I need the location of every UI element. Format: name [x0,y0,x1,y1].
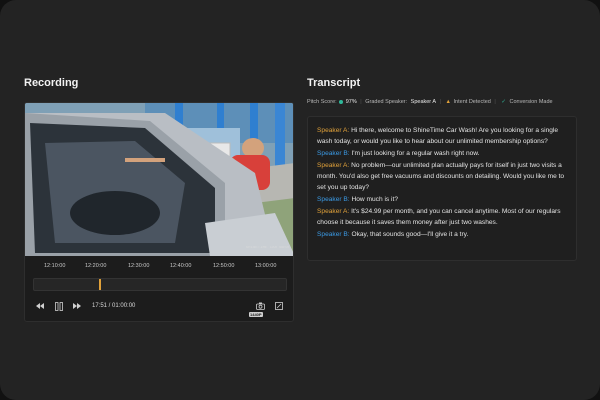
transcript-line: Speaker A: It's $24.99 per month, and yo… [317,206,567,228]
speaker-label: Speaker B: [317,196,350,203]
timeline-label: 13:00:00 [255,263,277,269]
time-readout: 17:51 / 01:00:00 [92,303,136,309]
transcript-line: Speaker A: Hi there, welcome to ShineTim… [317,125,567,147]
timeline-label: 12:10:00 [44,263,66,269]
pause-icon[interactable] [54,301,64,311]
graded-speaker-label: Graded Speaker: [365,99,408,105]
pitch-score-label: Pitch Score: [307,99,337,105]
utterance-text: I'm just looking for a regular wash righ… [351,150,480,157]
conversion-made-label: Conversion Made [509,99,553,105]
status-dot-icon [339,100,344,104]
transcript-panel[interactable]: Speaker A: Hi there, welcome to ShineTim… [307,116,577,261]
transcript-line: Speaker B: Okay, that sounds good—I'll g… [317,229,567,240]
speaker-label: Speaker B: [317,231,350,238]
divider: | [439,99,442,105]
utterance-text: Okay, that sounds good—I'll give it a tr… [351,231,469,238]
timeline-label: 12:40:00 [170,263,192,269]
video-scene [25,103,293,256]
skip-forward-icon[interactable] [72,301,82,311]
transcript-line: Speaker B: I'm just looking for a regula… [317,148,567,159]
recording-player: SHINETIME CAR WASH 12:10:00 12:20:00 12:… [24,102,294,322]
skip-back-icon[interactable] [35,301,45,311]
timeline-label: 12:30:00 [128,263,150,269]
speaker-label: Speaker A: [317,162,350,169]
player-controls: 17:51 / 01:00:00 1440P [25,299,293,319]
playhead-marker[interactable] [99,279,101,290]
utterance-text: How much is it? [351,196,399,203]
utterance-text: It's $24.99 per month, and you can cance… [317,208,561,226]
timeline-scrubber[interactable] [33,278,287,291]
timeline-label: 12:50:00 [213,263,235,269]
recording-title: Recording [24,77,79,89]
transcript-title: Transcript [307,77,361,89]
video-frame[interactable]: SHINETIME CAR WASH [25,103,293,256]
main-card: Recording SHINETIME CAR WASH 12:10:00 12… [0,0,600,400]
check-icon: ✓ [501,99,506,105]
camera-icon[interactable] [255,301,265,311]
divider: | [360,99,362,105]
transcript-line: Speaker B: How much is it? [317,194,567,205]
flame-icon: ▲ [445,99,451,105]
utterance-text: Hi there, welcome to ShineTime Car Wash!… [317,127,559,145]
utterance-text: No problem—our unlimited plan actually p… [317,162,565,191]
expand-icon[interactable] [274,301,284,311]
divider: | [494,99,496,105]
speaker-label: Speaker B: [317,150,350,157]
intent-detected-label: Intent Detected [453,99,491,105]
speaker-label: Speaker A: [317,208,350,215]
timeline-label: 12:20:00 [85,263,107,269]
timeline-labels: 12:10:00 12:20:00 12:30:00 12:40:00 12:5… [25,263,293,273]
graded-speaker-value: Speaker A [410,99,437,105]
speaker-label: Speaker A: [317,127,350,134]
transcript-line: Speaker A: No problem—our unlimited plan… [317,160,567,193]
pitch-score-value: 97% [345,99,357,105]
quality-badge: 1440P [249,312,263,317]
transcript-meta: Pitch Score: 97% | Graded Speaker: Speak… [307,99,577,109]
video-watermark: SHINETIME CAR WASH [245,246,289,250]
